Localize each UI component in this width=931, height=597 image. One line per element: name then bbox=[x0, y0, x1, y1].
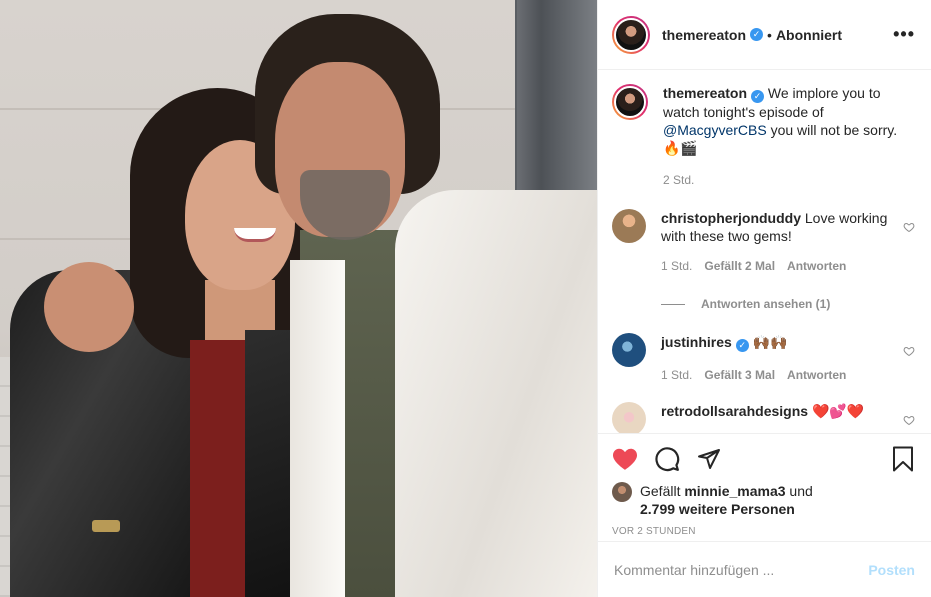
post-comment-button[interactable]: Posten bbox=[868, 562, 915, 578]
view-replies-label: Antworten ansehen (1) bbox=[701, 297, 831, 311]
comment-like-heart-icon[interactable] bbox=[903, 221, 915, 233]
post-side-panel: themereaton ✓ • Abonniert ••• themereato… bbox=[597, 0, 931, 597]
view-replies-button[interactable]: Antworten ansehen (1) bbox=[661, 297, 915, 311]
comment-username[interactable]: christopherjonduddy bbox=[661, 210, 801, 226]
comment-bubble-icon[interactable] bbox=[654, 446, 680, 472]
comment-username[interactable]: retrodollsarahdesigns bbox=[661, 403, 808, 419]
separator-dot: • bbox=[767, 26, 772, 43]
man-jacket-right bbox=[395, 190, 597, 597]
comment-reply-button[interactable]: Antworten bbox=[787, 366, 846, 384]
add-comment-bar: Posten bbox=[598, 541, 931, 597]
caption-emoji: 🔥🎬 bbox=[663, 140, 698, 156]
follow-status-button[interactable]: Abonniert bbox=[776, 27, 842, 43]
verified-badge-icon: ✓ bbox=[751, 90, 765, 103]
comments-list[interactable]: themereaton ✓ We implore you to watch ton… bbox=[598, 70, 931, 433]
man-jacket-left bbox=[290, 260, 345, 597]
like-heart-icon[interactable] bbox=[612, 447, 638, 471]
commenter-avatar[interactable] bbox=[612, 209, 646, 243]
caption-text-end: you will not be sorry. bbox=[770, 122, 898, 138]
comment-item: christopherjonduddy Love working with th… bbox=[612, 209, 915, 275]
watch bbox=[92, 520, 120, 532]
save-bookmark-icon[interactable] bbox=[891, 446, 915, 472]
verified-badge-icon: ✓ bbox=[735, 339, 749, 352]
liked-by-prefix: Gefällt bbox=[640, 483, 681, 499]
replies-line bbox=[661, 303, 685, 305]
post-timestamp[interactable]: VOR 2 STUNDEN bbox=[612, 526, 915, 537]
comment-input[interactable] bbox=[614, 561, 869, 578]
liked-by-joiner: und bbox=[789, 483, 813, 499]
comment-text: ❤️💕❤️ bbox=[811, 403, 865, 419]
liked-by-user[interactable]: minnie_mama3 bbox=[684, 483, 785, 499]
comment-like-heart-icon[interactable] bbox=[903, 414, 915, 426]
post-actions: Gefällt minnie_mama3 und 2.799 weitere P… bbox=[598, 433, 931, 541]
comment-reply-button[interactable]: Antworten bbox=[787, 257, 846, 275]
author-username[interactable]: themereaton bbox=[662, 27, 746, 43]
comment-username[interactable]: justinhires bbox=[661, 334, 732, 350]
more-options-icon[interactable]: ••• bbox=[893, 24, 915, 45]
caption-avatar[interactable] bbox=[612, 84, 648, 120]
man-hand bbox=[44, 262, 134, 352]
commenter-avatar[interactable] bbox=[612, 333, 646, 367]
commenter-avatar[interactable] bbox=[612, 402, 646, 433]
comment-text: 🙌🏾🙌🏾 bbox=[752, 334, 788, 350]
comment-likes-count[interactable]: Gefällt 2 Mal bbox=[704, 257, 775, 275]
post-header: themereaton ✓ • Abonniert ••• bbox=[598, 0, 931, 70]
caption-time[interactable]: 2 Std. bbox=[663, 171, 694, 189]
caption: themereaton ✓ We implore you to watch ton… bbox=[612, 84, 915, 189]
comment-time[interactable]: 1 Std. bbox=[661, 366, 692, 384]
caption-mention-link[interactable]: @MacgyverCBS bbox=[663, 122, 767, 138]
comment-time[interactable]: 1 Std. bbox=[661, 257, 692, 275]
verified-badge-icon: ✓ bbox=[750, 28, 764, 41]
liked-by-others[interactable]: 2.799 weitere Personen bbox=[640, 501, 795, 517]
comment-item: justinhires ✓ 🙌🏾🙌🏾 1 Std. Gefällt 3 Mal A… bbox=[612, 333, 915, 384]
liked-by-row: Gefällt minnie_mama3 und 2.799 weitere P… bbox=[612, 482, 915, 518]
post-photo[interactable] bbox=[0, 0, 597, 597]
comment-item: retrodollsarahdesigns ❤️💕❤️ bbox=[612, 402, 915, 433]
liker-avatar[interactable] bbox=[612, 482, 632, 502]
comment-like-heart-icon[interactable] bbox=[903, 345, 915, 357]
caption-username[interactable]: themereaton bbox=[663, 85, 747, 101]
author-avatar[interactable] bbox=[612, 15, 650, 54]
comment-likes-count[interactable]: Gefällt 3 Mal bbox=[704, 366, 775, 384]
share-paper-plane-icon[interactable] bbox=[696, 447, 722, 471]
